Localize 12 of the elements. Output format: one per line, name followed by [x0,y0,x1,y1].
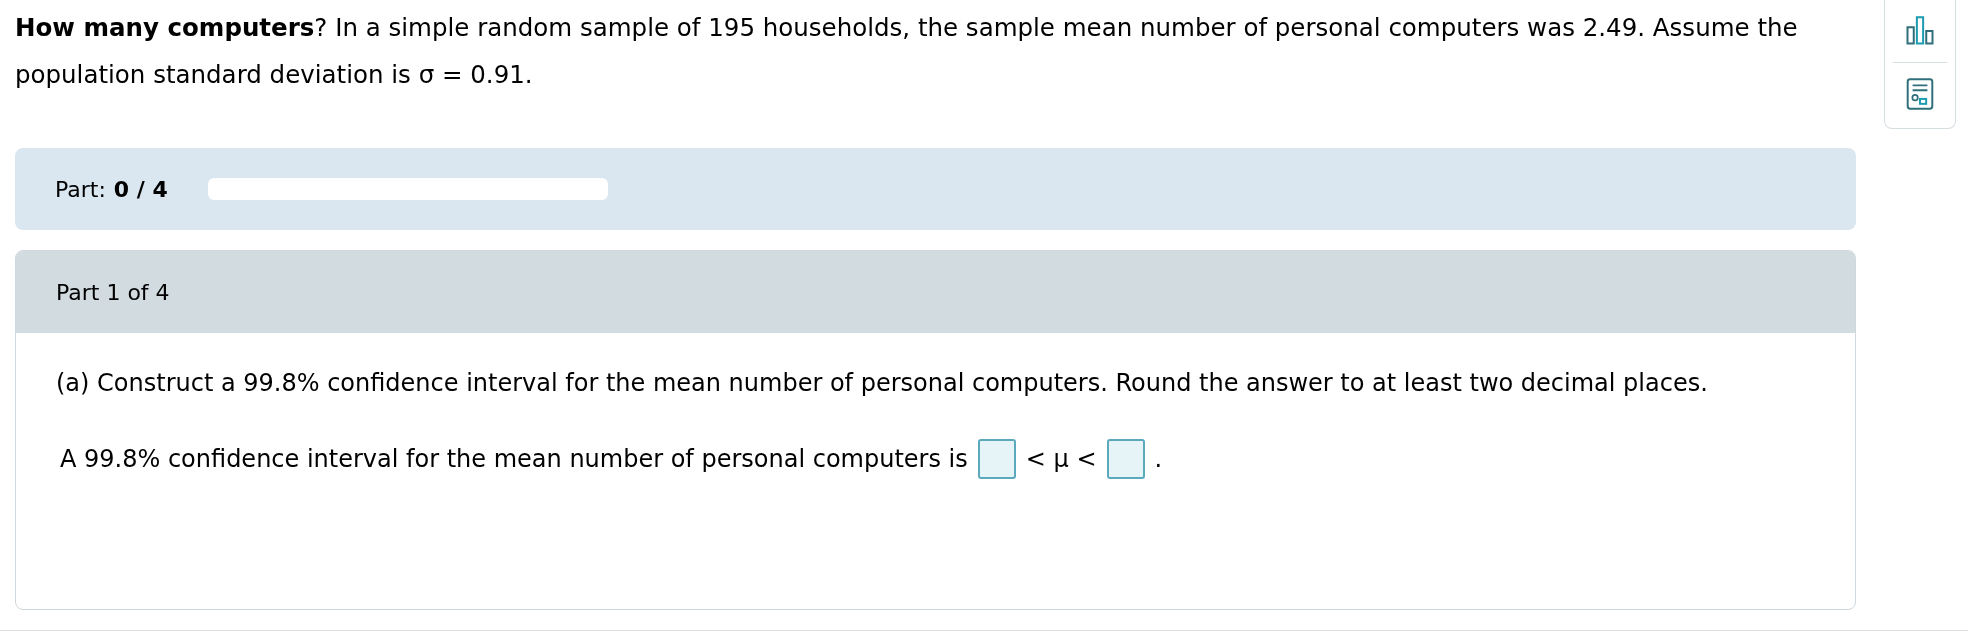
answer-text: . [1154,445,1163,473]
answer-text: < μ < [1025,445,1097,473]
bar-chart-icon[interactable] [1905,15,1935,47]
part-title: Part 1 of 4 [56,279,170,305]
answer-field[interactable] [1106,439,1145,479]
answer-field[interactable] [977,439,1016,479]
answer-text: A 99.8% confidence interval for the mean number of personal computers is [60,445,968,473]
instruction-text: (a) Construct a 99.8% confidence interval for the mean number of personal computers. Round the answer to at least two decimal places. [56,369,1709,397]
progress-value: 0 / 4 [113,176,168,202]
question-text: How many computers? In a simple random sample of 195 households, the sample mean number of personal computers was 2.49. Assume the population standard deviation is σ = 0.91. [15,12,1799,91]
document-icon[interactable] [1905,78,1935,110]
progress-label: Part: [55,176,106,202]
